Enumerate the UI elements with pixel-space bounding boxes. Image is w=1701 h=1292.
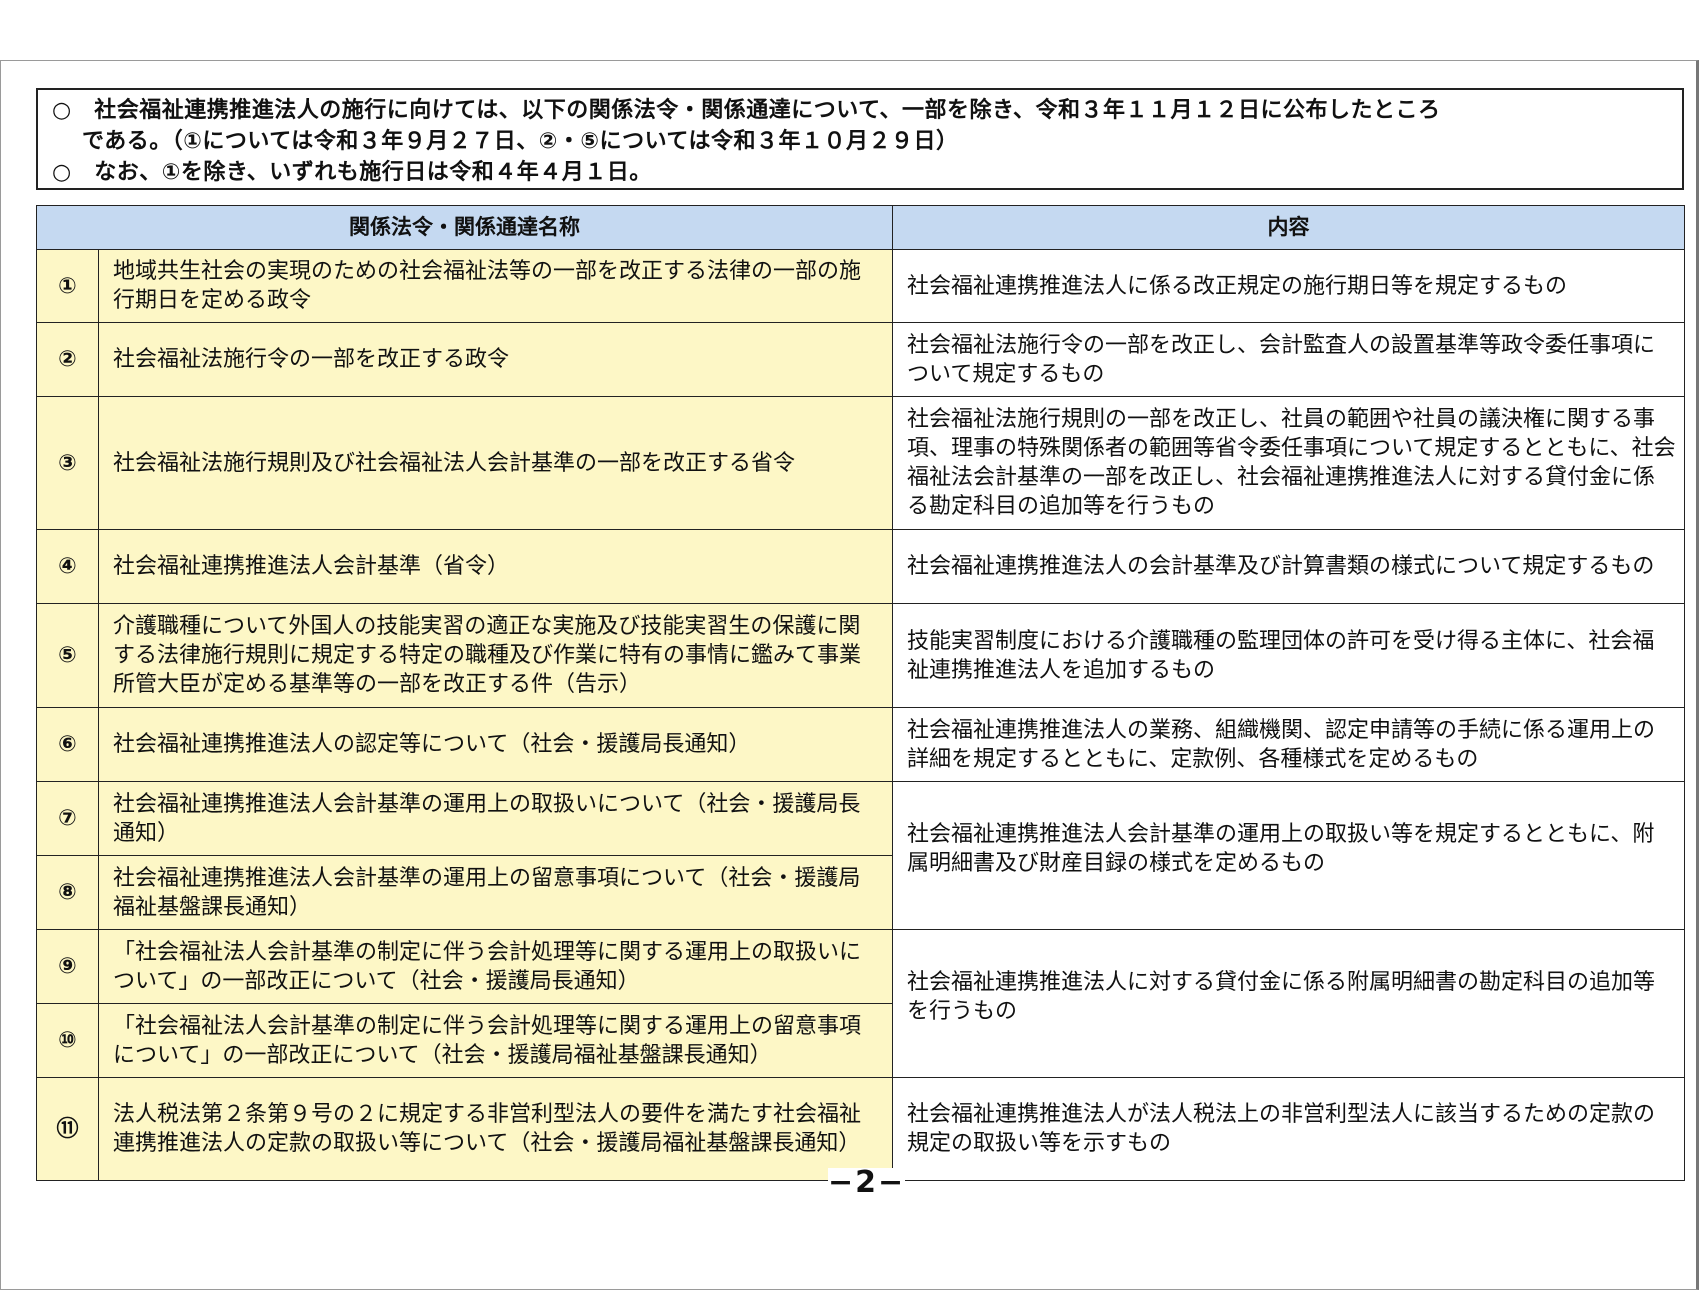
row-content: 社会福祉法施行規則の一部を改正し、社員の範囲や社員の議決権に関する事項、理事の特… — [892, 396, 1685, 530]
notice-box: ○ 社会福祉連携推進法人の施行に向けては、以下の関係法令・関係通達について、一部… — [36, 88, 1684, 190]
row-name: 社会福祉連携推進法人の認定等について（社会・援護局長通知） — [98, 707, 893, 782]
page-number: −2− — [828, 1165, 906, 1200]
notice-line-1: ○ 社会福祉連携推進法人の施行に向けては、以下の関係法令・関係通達について、一部… — [52, 98, 1441, 123]
table-row: ④ 社会福祉連携推進法人会計基準（省令） 社会福祉連携推進法人の会計基準及び計算… — [36, 529, 1685, 604]
row-number: ⑤ — [36, 603, 99, 708]
row-content: 技能実習制度における介護職種の監理団体の許可を受け得る主体に、社会福祉連携推進法… — [892, 603, 1685, 708]
row-number: ② — [36, 322, 99, 397]
notice-line-2: である。（①については令和３年９月２７日、②・⑤については令和３年１０月２９日） — [82, 129, 959, 154]
row-name: 社会福祉連携推進法人会計基準の運用上の留意事項について（社会・援護局福祉基盤課長… — [98, 855, 893, 930]
row-name: 「社会福祉法人会計基準の制定に伴う会計処理等に関する運用上の留意事項について」の… — [98, 1003, 893, 1078]
table-row: ⑤ 介護職種について外国人の技能実習の適正な実施及び技能実習生の保護に関する法律… — [36, 603, 1685, 708]
row-name: 社会福祉連携推進法人会計基準の運用上の取扱いについて（社会・援護局長通知） — [98, 781, 893, 856]
row-content: 社会福祉連携推進法人の会計基準及び計算書類の様式について規定するもの — [892, 529, 1685, 604]
row-number: ① — [36, 249, 99, 323]
row-content: 社会福祉連携推進法人会計基準の運用上の取扱い等を規定するとともに、附属明細書及び… — [892, 781, 1685, 930]
table-header-row: 関係法令・関係通達名称 内容 — [36, 205, 1685, 250]
row-number: ④ — [36, 529, 99, 604]
row-content: 社会福祉連携推進法人に係る改正規定の施行期日等を規定するもの — [892, 249, 1685, 323]
table-row: ② 社会福祉法施行令の一部を改正する政令 社会福祉法施行令の一部を改正し、会計監… — [36, 322, 1685, 397]
row-name: 介護職種について外国人の技能実習の適正な実施及び技能実習生の保護に関する法律施行… — [98, 603, 893, 708]
table-row: ⑨ 「社会福祉法人会計基準の制定に伴う会計処理等に関する運用上の取扱いについて」… — [36, 929, 1685, 1078]
row-content: 社会福祉連携推進法人に対する貸付金に係る附属明細書の勘定科目の追加等を行うもの — [892, 929, 1685, 1078]
row-number: ⑨ — [36, 929, 99, 1004]
table-row: ⑦ 社会福祉連携推進法人会計基準の運用上の取扱いについて（社会・援護局長通知） … — [36, 781, 1685, 930]
row-number: ⑧ — [36, 855, 99, 930]
regulations-table: 関係法令・関係通達名称 内容 ① 地域共生社会の実現のための社会福祉法等の一部を… — [36, 205, 1685, 1181]
row-number: ⑥ — [36, 707, 99, 782]
row-number: ⑪ — [36, 1077, 99, 1181]
row-name: 社会福祉法施行規則及び社会福祉法人会計基準の一部を改正する省令 — [98, 396, 893, 530]
row-content: 社会福祉連携推進法人が法人税法上の非営利型法人に該当するための定款の規定の取扱い… — [892, 1077, 1685, 1181]
row-name: 法人税法第２条第９号の２に規定する非営利型法人の要件を満たす社会福祉連携推進法人… — [98, 1077, 893, 1181]
table-row: ① 地域共生社会の実現のための社会福祉法等の一部を改正する法律の一部の施行期日を… — [36, 249, 1685, 323]
row-number: ③ — [36, 396, 99, 530]
row-name: 社会福祉連携推進法人会計基準（省令） — [98, 529, 893, 604]
header-name: 関係法令・関係通達名称 — [36, 205, 893, 250]
header-content: 内容 — [892, 205, 1685, 250]
table-row: ③ 社会福祉法施行規則及び社会福祉法人会計基準の一部を改正する省令 社会福祉法施… — [36, 396, 1685, 530]
row-content: 社会福祉法施行令の一部を改正し、会計監査人の設置基準等政令委任事項について規定す… — [892, 322, 1685, 397]
row-name: 地域共生社会の実現のための社会福祉法等の一部を改正する法律の一部の施行期日を定め… — [98, 249, 893, 323]
notice-line-3: ○ なお、①を除き、いずれも施行日は令和４年４月１日。 — [52, 160, 652, 185]
row-name: 「社会福祉法人会計基準の制定に伴う会計処理等に関する運用上の取扱いについて」の一… — [98, 929, 893, 1004]
row-number: ⑦ — [36, 781, 99, 856]
row-content: 社会福祉連携推進法人の業務、組織機関、認定申請等の手続に係る運用上の詳細を規定す… — [892, 707, 1685, 782]
table-row: ⑥ 社会福祉連携推進法人の認定等について（社会・援護局長通知） 社会福祉連携推進… — [36, 707, 1685, 782]
row-number: ⑩ — [36, 1003, 99, 1078]
row-name: 社会福祉法施行令の一部を改正する政令 — [98, 322, 893, 397]
